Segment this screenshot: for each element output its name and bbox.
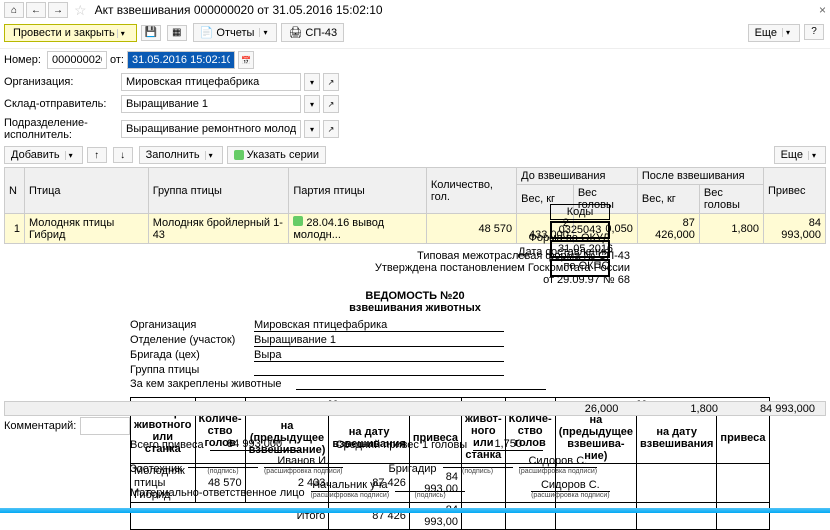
help-icon[interactable]: ? [804,24,824,40]
kody-label: Коды [550,204,610,220]
up-icon[interactable]: ↑ [87,147,107,163]
save-icon[interactable]: 💾 [141,25,161,41]
star-icon[interactable]: ☆ [74,2,87,19]
org-open-icon[interactable]: ↗ [323,73,339,91]
fwd-icon[interactable]: → [48,2,68,18]
main-grid[interactable]: N Птица Группа птицы Партия птицы Количе… [4,167,826,244]
pod-input[interactable] [121,120,301,138]
close-icon[interactable]: × [819,3,826,17]
post-close-button[interactable]: Провести и закрыть▾ [4,24,137,42]
num-input[interactable] [47,51,107,69]
window-title: Акт взвешивания 000000020 от 31.05.2016 … [95,3,383,17]
sp43-button[interactable]: 🖨СП-43 [281,23,344,42]
date-label: от: [110,54,124,66]
more-button[interactable]: Еще▾ [748,24,800,42]
skl-input[interactable] [121,95,301,113]
pod-label: Подразделение-исполнитель: [4,117,118,141]
skl-label: Склад-отправитель: [4,98,118,110]
skl-open-icon[interactable]: ↗ [323,95,339,113]
calendar-icon[interactable]: 📅 [238,51,254,69]
down-icon[interactable]: ↓ [113,147,133,163]
comment-input[interactable] [80,417,130,435]
more2-button[interactable]: Еще▾ [774,146,826,164]
org-input[interactable] [121,73,301,91]
reports-button[interactable]: 📄Отчеты▾ [193,23,278,42]
back-icon[interactable]: ← [26,2,46,18]
comment-label: Комментарий: [4,420,76,432]
taskbar [0,508,830,513]
doc-subtitle: взвешивания животных [130,302,700,314]
num-label: Номер: [4,54,44,66]
date-input[interactable] [127,51,235,69]
org-label: Организация: [4,76,118,88]
home-icon[interactable]: ⌂ [4,2,24,18]
series-button[interactable]: Указать серии [227,146,326,164]
doc-title: ВЕДОМОСТЬ №20 [130,290,700,302]
post-icon[interactable]: ▦ [167,25,187,41]
pod-open-icon[interactable]: ↗ [323,120,339,138]
grid-totals: 26,0001,80084 993,000 [4,401,826,416]
skl-dd-icon[interactable]: ▾ [304,95,320,113]
table-row[interactable]: 1 Молодняк птицы Гибрид Молодняк бройлер… [5,214,826,244]
pod-dd-icon[interactable]: ▾ [304,120,320,138]
org-dd-icon[interactable]: ▾ [304,73,320,91]
fill-button[interactable]: Заполнить▾ [139,146,223,164]
add-button[interactable]: Добавить▾ [4,146,83,164]
